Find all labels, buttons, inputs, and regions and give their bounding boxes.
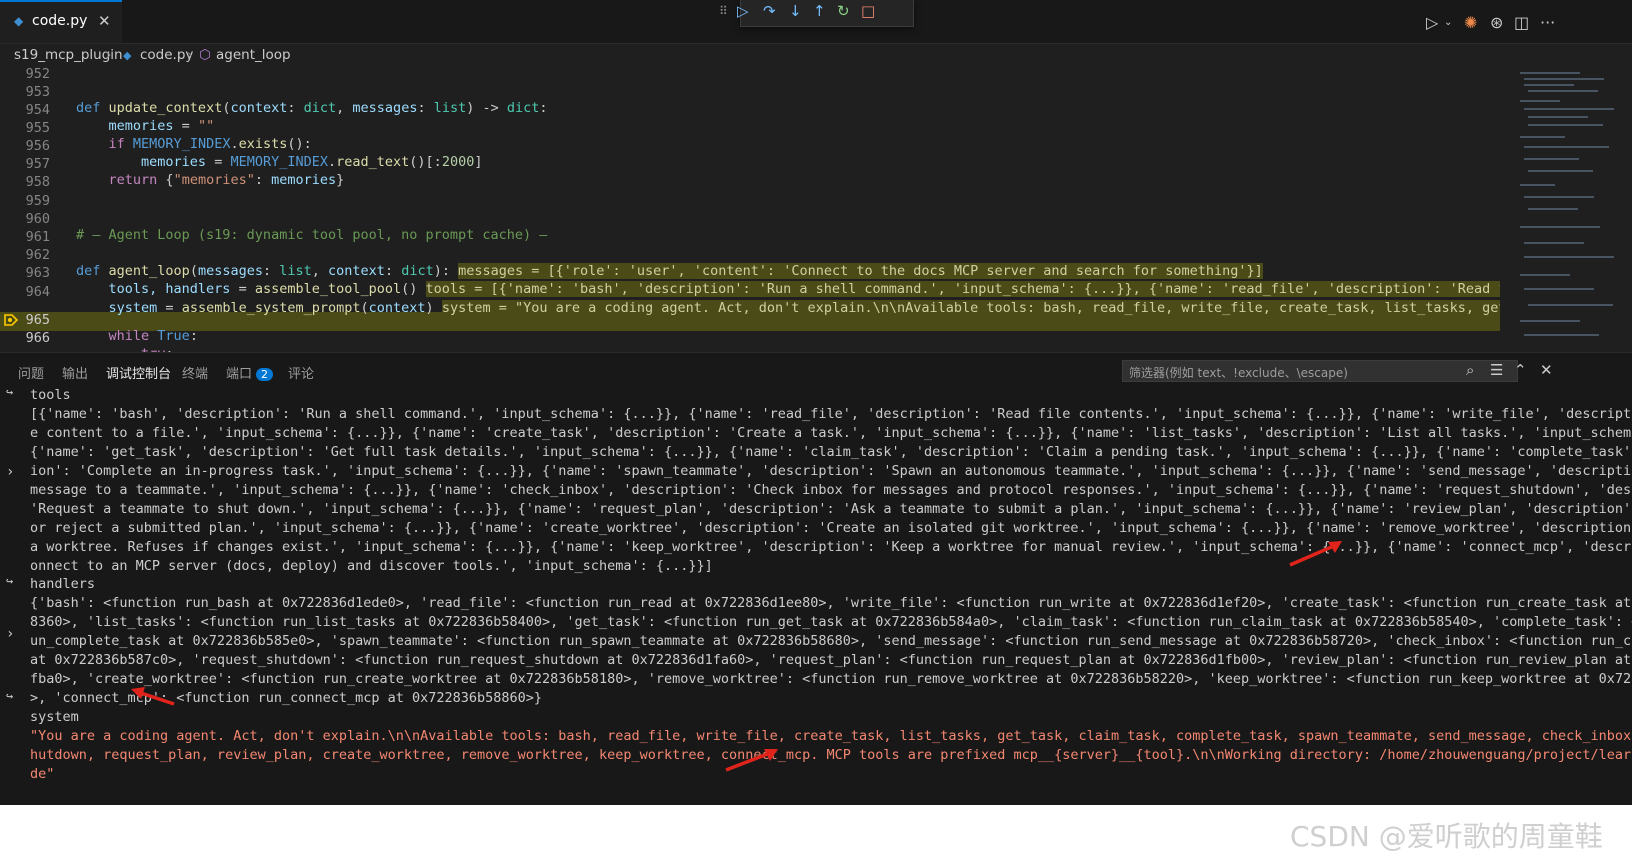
ports-badge: 2 [256,368,274,381]
breadcrumb-symbol[interactable]: agent_loop [216,47,291,63]
console-output-line: {'name': 'get_task', 'description': 'Get… [30,444,1632,460]
tab-terminal[interactable]: 终端 [182,363,208,382]
tab-label: code.py [32,13,88,29]
chevron-down-icon[interactable]: ⌄ [1444,17,1452,28]
console-output-line: at 0x722836b587c0>, 'request_shutdown': … [30,652,1632,668]
search-icon[interactable]: ⌕ [1466,361,1474,379]
console-output-line: {'bash': <function run_bash at 0x722836d… [30,595,1632,611]
console-output-line: ion': 'Complete an in-progress task.', '… [30,463,1632,479]
annotation-arrow [1289,541,1342,567]
annotation-arrow [725,749,778,772]
tab-ports[interactable]: 端口 2 [226,363,274,382]
line-number: 960 [25,211,50,227]
editor-tab-code-py[interactable]: ◆ code.py ✕ [0,0,122,43]
tab-problems[interactable]: 问题 [18,363,44,382]
openai-icon[interactable]: ⊛ [1490,13,1503,32]
maximize-panel-icon[interactable]: ⌃ [1514,361,1527,379]
breadcrumb: s19_mcp_plugin › ◆ code.py › ⬡ agent_loo… [0,44,1632,66]
clear-console-icon[interactable]: ☰ [1490,361,1503,379]
tab-debug-console[interactable]: 调试控制台 [106,363,172,389]
debug-toolbar: ⠿ ▷ ↷ ↓ ↑ ↻ □ [719,0,914,27]
line-number: 962 [25,247,50,263]
close-panel-icon[interactable]: ✕ [1540,361,1553,379]
line-number: 956 [25,138,50,154]
stop-icon[interactable]: □ [861,2,875,20]
step-into-icon[interactable]: ↓ [789,2,802,20]
output-marker-icon: ↪ [6,385,14,399]
line-number: 964 [25,284,50,300]
line-number: 955 [25,120,50,136]
console-output-line: or reject a submitted plan.', 'input_sch… [30,520,1632,536]
console-output-line: fba0>, 'create_worktree': <function run_… [30,671,1632,687]
expand-chevron-icon[interactable]: › [6,464,14,480]
line-number: 965 [25,312,50,328]
minimap[interactable] [1500,66,1624,352]
console-output-line: onnect to an MCP server (docs, deploy) a… [30,558,713,574]
line-number: 957 [25,156,50,172]
console-output-line: [{'name': 'bash', 'description': 'Run a … [30,406,1632,422]
console-string-line: hutdown, request_plan, review_plan, crea… [30,747,1632,763]
continue-icon[interactable]: ▷ [737,2,749,20]
debug-console-filter-input[interactable]: 筛选器(例如 text、!exclude、\escape) [1122,360,1518,382]
more-actions-icon[interactable]: ··· [1540,13,1555,32]
watermark: CSDN @爱听歌的周童鞋 [1290,820,1603,853]
python-file-icon: ◆ [123,49,132,62]
console-label: handlers [30,576,96,592]
console-output-line: un_complete_task at 0x722836b585e0>, 'sp… [30,633,1632,649]
run-icon[interactable]: ▷ [1426,13,1438,32]
console-string-line: "You are a coding agent. Act, don't expl… [30,728,1632,744]
console-output-line: e content to a file.', 'input_schema': {… [30,425,1632,441]
step-out-icon[interactable]: ↑ [813,2,826,20]
tab-bar: ◆ code.py ✕ ⠿ ▷ ↷ ↓ ↑ ↻ □ ▷ ⌄ ✺ ⊛ ◫ ··· [0,0,1632,44]
close-icon[interactable]: ✕ [98,12,111,30]
tab-ports-label: 端口 [226,367,253,382]
code-editor[interactable]: 952 953 def update_context(context: dict… [0,66,1632,362]
tab-comments[interactable]: 评论 [288,363,314,382]
line-number: 966 [25,330,50,346]
drag-handle-icon[interactable]: ⠿ [719,4,728,18]
output-marker-icon: ↪ [6,574,14,588]
annotation-arrow [131,687,175,706]
python-file-icon: ◆ [14,14,24,28]
line-number: 961 [25,229,50,245]
debug-console[interactable]: ↪ tools [{'name': 'bash', 'description':… [0,385,1632,805]
chevron-right-icon: › [106,47,112,63]
chevron-right-icon: › [187,47,193,63]
line-number: 953 [25,84,50,100]
console-output-line: 'Request a teammate to shut down.', 'inp… [30,501,1632,517]
expand-chevron-icon[interactable]: › [6,626,14,642]
split-editor-icon[interactable]: ◫ [1514,13,1529,32]
console-label: tools [30,387,71,403]
claude-icon[interactable]: ✺ [1464,13,1477,32]
line-number: 952 [25,66,50,82]
console-output-line: 8360>, 'list_tasks': <function run_list_… [30,614,1632,630]
line-number: 963 [25,265,50,281]
breadcrumb-file[interactable]: code.py [140,47,193,63]
console-output-line: a worktree. Refuses if changes exist.', … [30,539,1632,555]
line-number: 959 [25,193,50,209]
output-marker-icon: ↪ [6,689,14,703]
console-label: system [30,709,79,725]
console-output-line: message to a teammate.', 'input_schema':… [30,482,1632,498]
restart-icon[interactable]: ↻ [837,2,850,20]
console-string-line: de" [30,766,55,782]
step-over-icon[interactable]: ↷ [763,2,776,20]
function-symbol-icon: ⬡ [199,47,211,63]
console-output-line: >, 'connect_mcp': <function run_connect_… [30,690,543,706]
tab-output[interactable]: 输出 [62,363,88,382]
vscode-window: ◆ code.py ✕ ⠿ ▷ ↷ ↓ ↑ ↻ □ ▷ ⌄ ✺ ⊛ ◫ ··· … [0,0,1632,805]
line-number: 954 [25,102,50,118]
line-number: 958 [25,174,50,190]
